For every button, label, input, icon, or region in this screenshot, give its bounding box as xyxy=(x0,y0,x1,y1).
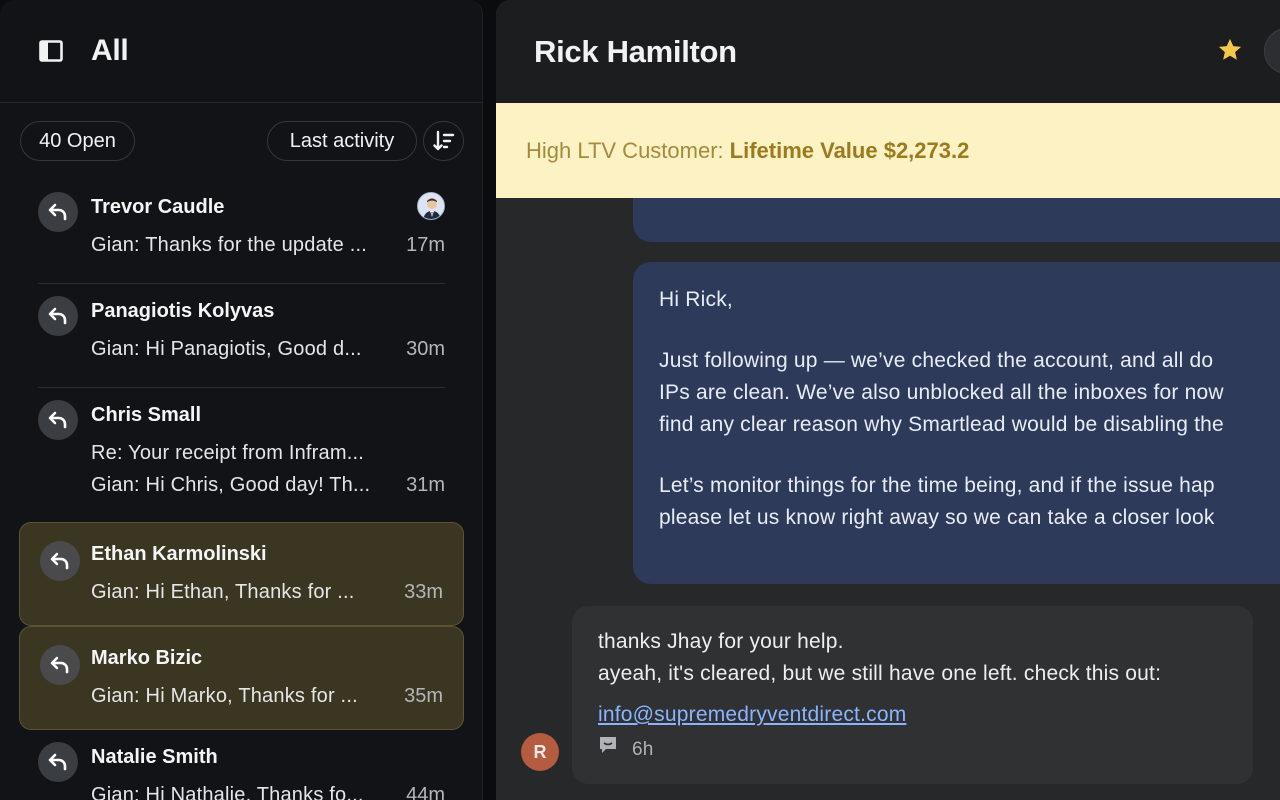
conversation-list: Trevor Caudle Gian: Thanks for the updat… xyxy=(0,180,482,800)
reply-icon xyxy=(40,645,80,685)
conversation-name: Chris Small xyxy=(91,404,202,426)
list-header: All xyxy=(0,0,482,103)
conversation-name: Ethan Karmolinski xyxy=(91,543,267,565)
conversation-item-flagged[interactable]: Marko Bizic Gian: Hi Marko, Thanks for .… xyxy=(19,626,464,730)
previous-message-bubble xyxy=(633,198,1280,242)
customer-avatar: R xyxy=(521,733,559,771)
conversation-preview: Gian: Hi Marko, Thanks for ... xyxy=(91,685,358,707)
conversation-preview: Gian: Hi Panagiotis, Good d... xyxy=(91,338,362,360)
conversation-item[interactable]: Trevor Caudle Gian: Thanks for the updat… xyxy=(38,180,445,284)
conversation-detail-panel: Rick Hamilton High LTV Customer: Lifetim… xyxy=(496,0,1280,800)
chat-icon xyxy=(598,734,618,766)
conversation-name: Natalie Smith xyxy=(91,746,218,768)
message-text: please let us know right away so we can … xyxy=(659,506,1215,529)
conversation-list-panel: All 40 Open Last activity Trevor Caudle xyxy=(0,0,483,800)
message-text: Hi Rick, xyxy=(659,288,733,311)
reply-icon xyxy=(38,296,78,336)
conversation-time: 31m xyxy=(406,474,445,496)
conversation-time: 33m xyxy=(404,581,443,603)
conversation-name: Marko Bizic xyxy=(91,647,203,669)
more-actions-button[interactable] xyxy=(1264,28,1280,74)
reply-icon xyxy=(40,541,80,581)
conversation-time: 30m xyxy=(406,338,445,360)
agent-message-bubble: Hi Rick, Just following up — we’ve check… xyxy=(633,262,1280,584)
conversation-name: Panagiotis Kolyvas xyxy=(91,300,275,322)
sort-direction-button[interactable] xyxy=(423,121,464,161)
conversation-time: 35m xyxy=(404,685,443,707)
email-link[interactable]: info@supremedryventdirect.com xyxy=(598,699,906,731)
message-text: ayeah, it's cleared, but we still have o… xyxy=(598,662,1162,685)
message-meta: 6h xyxy=(598,734,654,766)
conversation-subject: Re: Your receipt from Infram... xyxy=(91,442,364,464)
assignee-avatar xyxy=(417,192,445,220)
conversation-preview: Gian: Hi Nathalie, Thanks fo... xyxy=(91,784,364,800)
conversation-item[interactable]: Natalie Smith Gian: Hi Nathalie, Thanks … xyxy=(38,730,445,800)
message-text: Let’s monitor things for the time being,… xyxy=(659,474,1215,497)
message-text: thanks Jhay for your help. xyxy=(598,630,844,653)
sort-descending-icon xyxy=(432,130,454,151)
conversation-preview: Gian: Thanks for the update ... xyxy=(91,234,367,256)
sort-dropdown[interactable]: Last activity xyxy=(267,121,417,161)
message-text: Just following up — we’ve checked the ac… xyxy=(659,349,1214,372)
ltv-banner: High LTV Customer: Lifetime Value $2,273… xyxy=(496,103,1280,198)
reply-icon xyxy=(38,400,78,440)
conversation-item-flagged[interactable]: Ethan Karmolinski Gian: Hi Ethan, Thanks… xyxy=(19,522,464,626)
conversation-time: 44m xyxy=(406,784,445,800)
open-count-filter[interactable]: 40 Open xyxy=(20,121,135,161)
reply-icon xyxy=(38,742,78,782)
banner-label: High LTV Customer: xyxy=(526,137,724,163)
conversation-header: Rick Hamilton xyxy=(496,0,1280,103)
list-filters: 40 Open Last activity xyxy=(0,103,482,179)
reply-icon xyxy=(38,192,78,232)
list-title: All xyxy=(91,34,129,67)
banner-value: Lifetime Value $2,273.2 xyxy=(729,137,970,163)
conversation-preview: Gian: Hi Ethan, Thanks for ... xyxy=(91,581,355,603)
sidebar-toggle-icon[interactable] xyxy=(38,38,64,64)
conversation-name: Trevor Caudle xyxy=(91,196,225,218)
conversation-time: 17m xyxy=(406,234,445,256)
star-icon[interactable] xyxy=(1216,36,1244,69)
conversation-preview: Gian: Hi Chris, Good day! Th... xyxy=(91,474,371,496)
conversation-item[interactable]: Panagiotis Kolyvas Gian: Hi Panagiotis, … xyxy=(38,284,445,388)
message-time: 6h xyxy=(632,739,654,760)
customer-message-bubble: thanks Jhay for your help. ayeah, it's c… xyxy=(572,606,1253,784)
conversation-item[interactable]: Chris Small Re: Your receipt from Infram… xyxy=(38,388,445,522)
message-text: find any clear reason why Smartlead woul… xyxy=(659,413,1224,436)
message-text: IPs are clean. We’ve also unblocked all … xyxy=(659,381,1224,404)
contact-name: Rick Hamilton xyxy=(534,33,737,69)
